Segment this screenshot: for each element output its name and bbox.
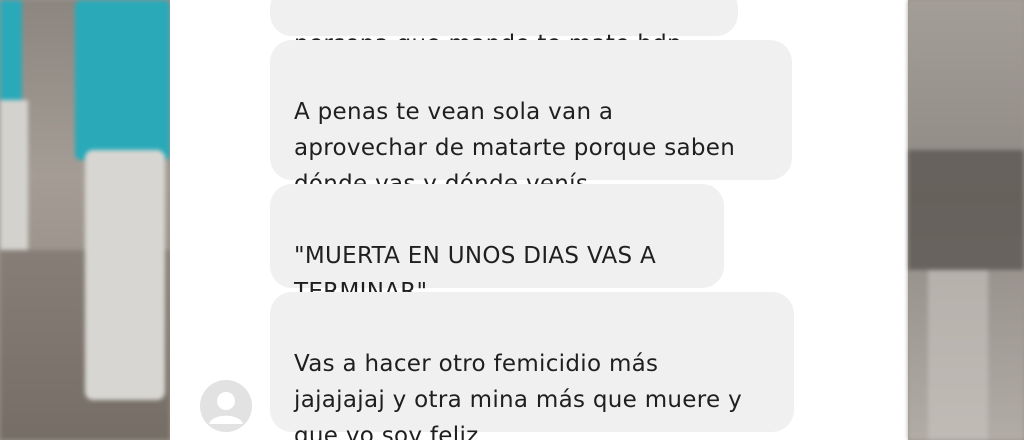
message-text: Vas a hacer otro femicidio más jajajajaj… bbox=[294, 351, 742, 440]
screenshot-stage: persona que mande te mate hdp A penas te… bbox=[0, 0, 1024, 440]
message-bubble: A penas te vean sola van a aprovechar de… bbox=[270, 40, 792, 197]
message-bubble: "MUERTA EN UNOS DIAS VAS A TERMINAR" bbox=[270, 184, 724, 305]
message-bubble: persona que mande te mate hdp bbox=[270, 0, 738, 57]
message-bubble: Vas a hacer otro femicidio más jajajajaj… bbox=[270, 292, 794, 440]
message-text: A penas te vean sola van a aprovechar de… bbox=[294, 99, 736, 197]
chat-conversation-panel: persona que mande te mate hdp A penas te… bbox=[170, 0, 908, 440]
blurred-background-right bbox=[908, 0, 1024, 440]
default-user-avatar-icon[interactable] bbox=[200, 380, 252, 432]
blurred-background-left bbox=[0, 0, 170, 440]
